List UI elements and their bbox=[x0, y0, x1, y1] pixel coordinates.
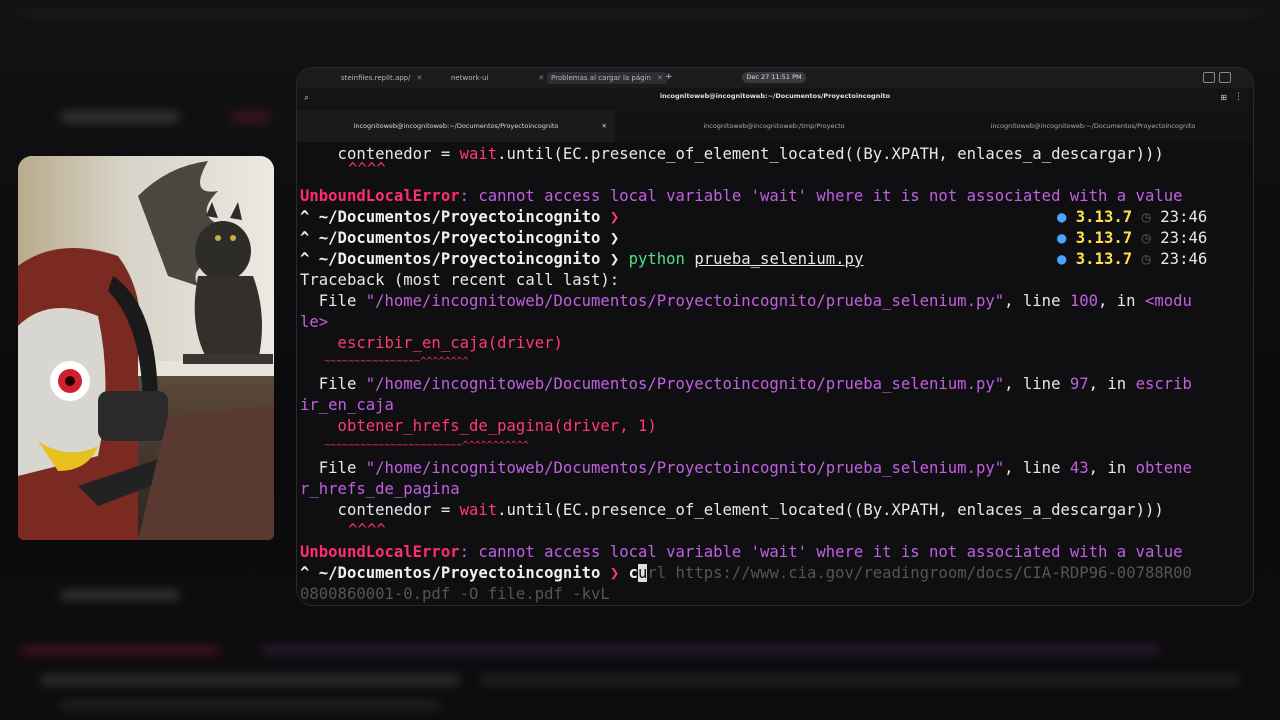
error-line: UnboundLocalError: cannot access local v… bbox=[300, 543, 1183, 561]
tab-label: network-ui bbox=[451, 74, 489, 82]
python-icon: ● bbox=[1057, 229, 1067, 247]
traceback-carets: ~~~~~~~~~~~~~~~~~~~~~~~^^^^^^^^^^^ bbox=[300, 440, 529, 451]
terminal-tab-active[interactable]: incognitoweb@incognitoweb:~/Documentos/P… bbox=[297, 110, 615, 142]
terminal-tab[interactable]: incognitoweb@incognitoweb:~/Documentos/P… bbox=[933, 110, 1253, 142]
python-icon: ● bbox=[1057, 208, 1067, 226]
browser-tab-bar: steinfiles.replit.app/ ✕ network-ui ✕ Prob… bbox=[297, 68, 1253, 88]
tab-label: Problemas al cargar la págin bbox=[551, 74, 651, 82]
traceback-code: contenedor = wait.until(EC.presence_of_e… bbox=[300, 501, 1164, 519]
clock: Dec 27 11:51 PM bbox=[742, 72, 806, 83]
traceback-code: obtener_hrefs_de_pagina(driver, 1) bbox=[300, 417, 657, 435]
cat-statue bbox=[138, 161, 273, 364]
prompt-line: ^ ~/Documentos/Proyectoincognito ❯ bbox=[300, 208, 620, 226]
traceback-frame: File "/home/incognitoweb/Documentos/Proy… bbox=[300, 292, 1192, 310]
clock-icon: ◷ bbox=[1141, 208, 1151, 226]
traceback-frame: File "/home/incognitoweb/Documentos/Proy… bbox=[300, 375, 1192, 393]
error-line: UnboundLocalError: cannot access local v… bbox=[300, 187, 1183, 205]
clock-icon: ◷ bbox=[1141, 250, 1151, 268]
prompt-status: ● 3.13.7 ◷ 23:46 bbox=[1057, 250, 1208, 268]
traceback-frame: File "/home/incognitoweb/Documentos/Proy… bbox=[300, 459, 1192, 477]
prompt-line: ^ ~/Documentos/Proyectoincognito ❯ pytho… bbox=[300, 250, 864, 268]
webcam-scene bbox=[18, 161, 274, 540]
browser-tab-active[interactable]: Problemas al cargar la págin ✕ bbox=[547, 72, 667, 84]
terminal-output[interactable]: contenedor = wait.until(EC.presence_of_e… bbox=[297, 142, 1253, 605]
traceback-wrap: le> bbox=[300, 313, 329, 331]
close-icon[interactable]: ✕ bbox=[416, 74, 422, 82]
split-icon[interactable]: ⊞ bbox=[1220, 93, 1227, 102]
python-icon: ● bbox=[1057, 250, 1067, 268]
browser-tab[interactable]: network-ui ✕ bbox=[447, 72, 548, 84]
window-title: incognitoweb@incognitoweb:~/Documentos/P… bbox=[659, 92, 891, 100]
clock-icon: ◷ bbox=[1141, 229, 1151, 247]
terminal-tab-label: incognitoweb@incognitoweb:~/Documentos/P… bbox=[353, 122, 559, 130]
traceback-wrap: ir_en_caja bbox=[300, 396, 394, 414]
traceback-carets: ~~~~~~~~~~~~~~~~^^^^^^^^ bbox=[300, 356, 469, 367]
traceback-header: Traceback (most recent call last): bbox=[300, 271, 620, 289]
terminal-tab-bar: incognitoweb@incognitoweb:~/Documentos/P… bbox=[297, 110, 1253, 142]
terminal-line: contenedor = wait.until(EC.presence_of_e… bbox=[300, 145, 1164, 163]
autosuggestion-wrap: 0800860001-0.pdf -O file.pdf -kvL bbox=[300, 585, 610, 603]
tab-label: steinfiles.replit.app/ bbox=[341, 74, 411, 82]
restore-icon[interactable] bbox=[1219, 72, 1231, 83]
browser-tab[interactable]: steinfiles.replit.app/ ✕ bbox=[337, 72, 426, 84]
text-cursor: u bbox=[638, 564, 648, 582]
close-icon[interactable]: ✕ bbox=[538, 74, 544, 82]
terminal-tab-label: incognitoweb@incognitoweb:~/Documentos/P… bbox=[990, 122, 1196, 130]
current-prompt[interactable]: ^ ~/Documentos/Proyectoincognito ❯ curl … bbox=[300, 563, 1192, 583]
error-carets: ^^^^ bbox=[348, 160, 386, 178]
prompt-status: ● 3.13.7 ◷ 23:46 bbox=[1057, 229, 1208, 247]
close-icon[interactable]: ✕ bbox=[602, 110, 607, 142]
traceback-wrap: r_hrefs_de_pagina bbox=[300, 480, 460, 498]
menu-icon[interactable]: ⋮ bbox=[1234, 92, 1243, 102]
traceback-code: escribir_en_caja(driver) bbox=[300, 334, 563, 352]
prompt-line: ^ ~/Documentos/Proyectoincognito ❯ bbox=[300, 229, 620, 247]
terminal-tab[interactable]: incognitoweb@incognitoweb:/tmp/Proyecto bbox=[615, 110, 933, 142]
terminal-tab-label: incognitoweb@incognitoweb:/tmp/Proyecto bbox=[703, 122, 845, 130]
prompt-status: ● 3.13.7 ◷ 23:46 bbox=[1057, 208, 1208, 226]
error-carets: ^^^^ bbox=[348, 521, 386, 539]
webcam-overlay bbox=[18, 156, 274, 540]
terminal-window: steinfiles.replit.app/ ✕ network-ui ✕ Prob… bbox=[297, 68, 1253, 605]
window-titlebar: ⌕ incognitoweb@incognitoweb:~/Documentos… bbox=[297, 88, 1253, 110]
new-tab-icon[interactable]: + bbox=[661, 71, 677, 83]
maximize-icon[interactable] bbox=[1203, 72, 1215, 83]
